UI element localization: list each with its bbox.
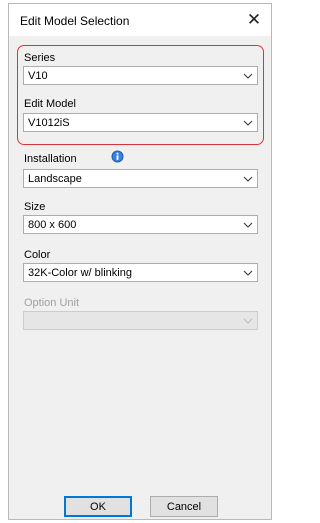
- series-label: Series: [24, 52, 56, 64]
- chevron-down-icon: [243, 222, 253, 228]
- info-icon[interactable]: [111, 150, 124, 163]
- chevron-down-icon: [243, 176, 253, 182]
- chevron-down-icon: [243, 120, 253, 126]
- ok-button[interactable]: OK: [64, 496, 132, 517]
- dialog-title: Edit Model Selection: [20, 14, 130, 28]
- edit-model-label: Edit Model: [24, 98, 76, 110]
- title-bar: Edit Model Selection ✕: [9, 4, 271, 36]
- edit-model-dropdown[interactable]: V1012iS: [23, 113, 258, 132]
- size-label: Size: [24, 201, 46, 213]
- close-icon: ✕: [246, 10, 262, 29]
- color-dropdown[interactable]: 32K-Color w/ blinking: [23, 263, 258, 282]
- option-unit-dropdown: [23, 311, 258, 330]
- close-button[interactable]: ✕: [237, 4, 271, 36]
- chevron-down-icon: [243, 270, 253, 276]
- edit-model-value: V1012iS: [28, 117, 70, 129]
- installation-label: Installation: [24, 153, 77, 165]
- series-value: V10: [28, 70, 48, 82]
- color-value: 32K-Color w/ blinking: [28, 267, 132, 279]
- color-label: Color: [24, 249, 51, 261]
- size-value: 800 x 600: [28, 219, 77, 231]
- chevron-down-icon: [243, 73, 253, 79]
- installation-dropdown[interactable]: Landscape: [23, 169, 258, 188]
- installation-value: Landscape: [28, 173, 82, 185]
- option-unit-label: Option Unit: [24, 297, 80, 309]
- edit-model-selection-dialog: Edit Model Selection ✕ Series V10 Edit M…: [8, 3, 272, 520]
- series-dropdown[interactable]: V10: [23, 66, 258, 85]
- size-dropdown[interactable]: 800 x 600: [23, 215, 258, 234]
- chevron-down-icon: [243, 318, 253, 324]
- cancel-button[interactable]: Cancel: [150, 496, 218, 517]
